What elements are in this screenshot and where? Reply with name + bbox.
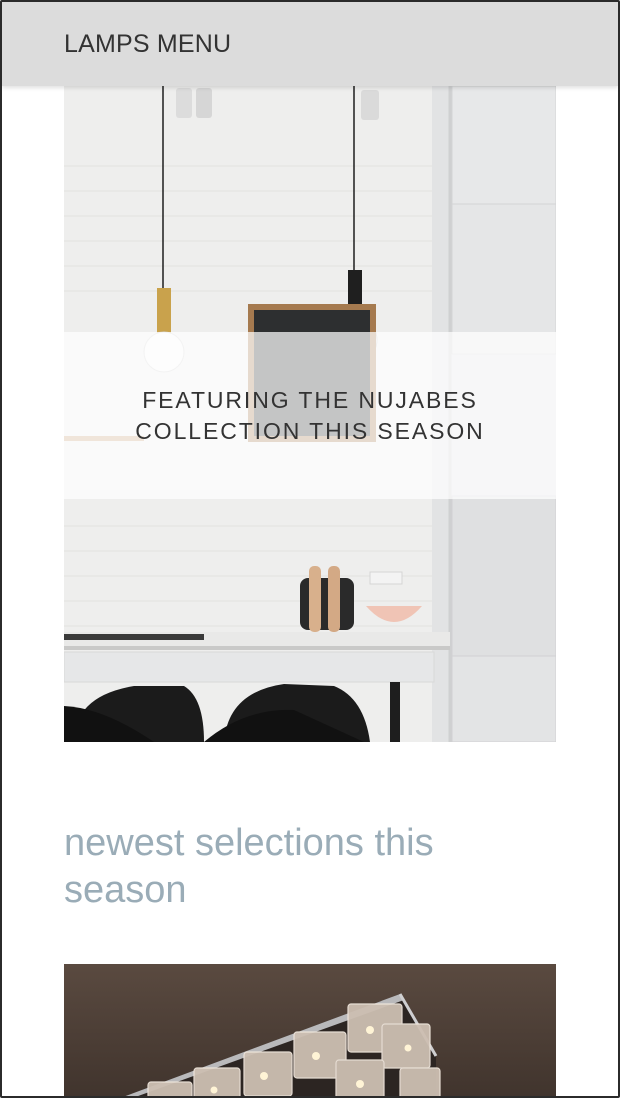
- hero-caption-overlay: FEATURING THE NUJABES COLLECTION THIS SE…: [64, 332, 556, 499]
- hero-caption-line-2: COLLECTION THIS SEASON: [135, 417, 485, 444]
- hero-caption-line-1: FEATURING THE NUJABES: [142, 386, 478, 413]
- crystal-chandelier-photo: [64, 964, 556, 1096]
- top-navigation-bar: LAMPS MENU: [2, 2, 618, 86]
- app-frame: LAMPS MENU FEATURING THE NUJABES COLLECT…: [0, 0, 620, 1098]
- hero-caption: FEATURING THE NUJABES COLLECTION THIS SE…: [120, 385, 500, 447]
- product-card[interactable]: [64, 964, 556, 1096]
- section-heading: newest selections this season: [64, 822, 434, 911]
- hero-banner: FEATURING THE NUJABES COLLECTION THIS SE…: [64, 86, 556, 742]
- lamps-menu-button[interactable]: LAMPS MENU: [64, 30, 231, 59]
